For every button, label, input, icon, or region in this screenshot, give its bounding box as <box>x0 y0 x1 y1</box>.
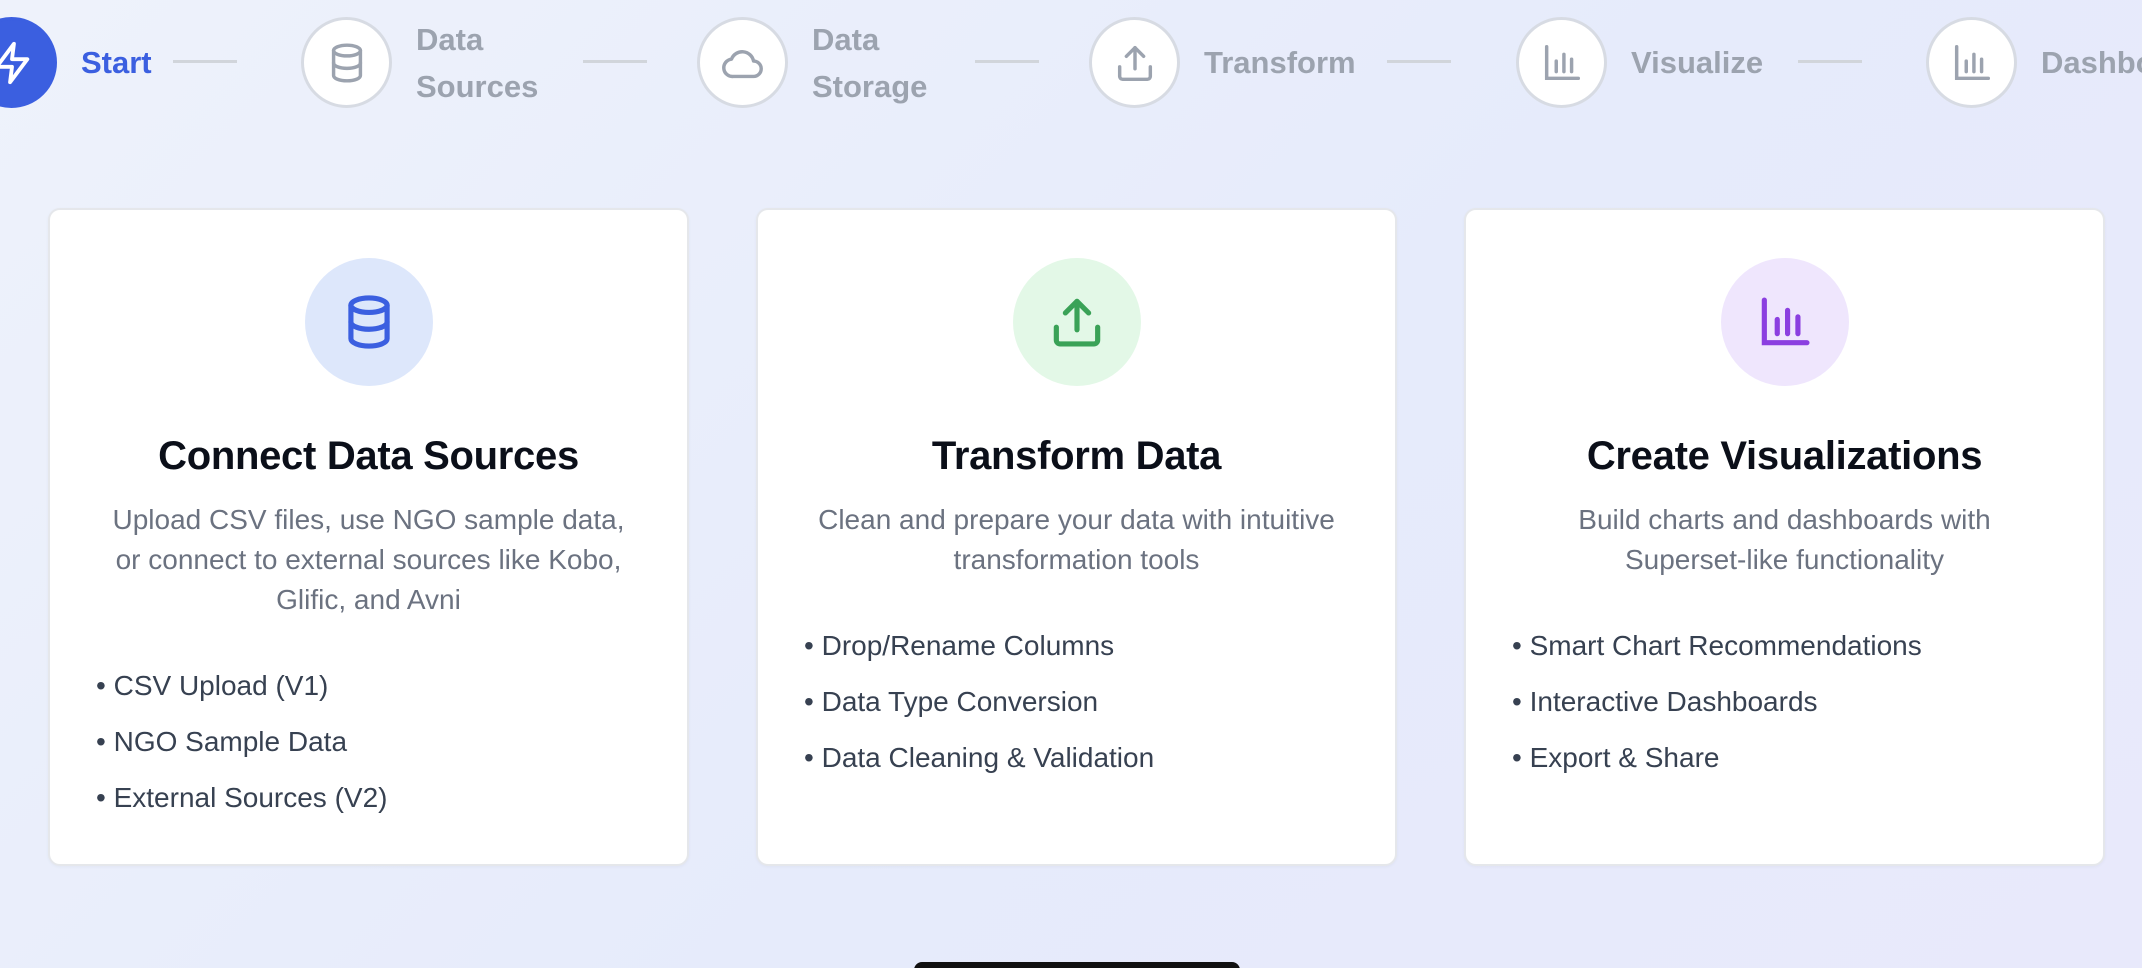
database-icon <box>304 258 433 386</box>
card-description: Upload CSV files, use NGO sample data, o… <box>112 504 625 615</box>
list-item: Interactive Dashboards <box>1512 674 2073 730</box>
list-item: NGO Sample Data <box>96 714 657 770</box>
feature-list: Smart Chart Recommendations Interactive … <box>1512 618 2073 786</box>
zap-icon <box>0 17 57 108</box>
list-item: Export & Share <box>1512 730 2073 786</box>
bar-chart-icon <box>1516 17 1607 108</box>
step-connector <box>975 60 1039 63</box>
step-transform[interactable]: Transform <box>1089 15 1356 110</box>
list-item: Data Cleaning & Validation <box>804 730 1365 786</box>
card-description: Build charts and dashboards with Superse… <box>1578 504 1991 575</box>
progress-stepper: Start Data Sources Data Storage Transfor… <box>0 0 2142 128</box>
step-start[interactable]: Start <box>0 15 152 110</box>
list-item: CSV Upload (V1) <box>96 658 657 714</box>
step-label: Data Sources <box>416 21 539 104</box>
step-label: Dashbo <box>2041 45 2142 80</box>
step-label: Visualize <box>1631 45 1764 80</box>
step-visualize[interactable]: Visualize <box>1516 15 1763 110</box>
list-item: Drop/Rename Columns <box>804 618 1365 674</box>
feature-list: CSV Upload (V1) NGO Sample Data External… <box>96 658 657 826</box>
upload-icon <box>1089 17 1180 108</box>
step-label: Transform <box>1204 45 1356 80</box>
step-data-storage[interactable]: Data Storage <box>697 15 927 110</box>
feature-card-create-visualizations: Create Visualizations Build charts and d… <box>1464 208 2105 866</box>
get-started-button[interactable] <box>914 962 1240 968</box>
step-connector <box>1387 60 1451 63</box>
bar-chart-icon <box>1720 258 1849 386</box>
step-connector <box>583 60 647 63</box>
card-description: Clean and prepare your data with intuiti… <box>818 504 1335 575</box>
bar-chart-icon <box>1926 17 2017 108</box>
feature-list: Drop/Rename Columns Data Type Conversion… <box>804 618 1365 786</box>
list-item: External Sources (V2) <box>96 770 657 826</box>
step-label: Data Storage <box>812 21 928 104</box>
step-connector <box>173 60 237 63</box>
card-title: Connect Data Sources <box>158 434 579 478</box>
feature-card-connect-data: Connect Data Sources Upload CSV files, u… <box>48 208 689 866</box>
database-icon <box>301 17 392 108</box>
feature-card-transform-data: Transform Data Clean and prepare your da… <box>756 208 1397 866</box>
step-label: Start <box>81 45 152 80</box>
step-connector <box>1798 60 1862 63</box>
list-item: Data Type Conversion <box>804 674 1365 730</box>
page: Start Data Sources Data Storage Transfor… <box>0 0 2142 968</box>
cloud-icon <box>697 17 788 108</box>
card-title: Transform Data <box>931 434 1222 478</box>
list-item: Smart Chart Recommendations <box>1512 618 2073 674</box>
step-data-sources[interactable]: Data Sources <box>301 15 538 110</box>
card-title: Create Visualizations <box>1586 434 1983 478</box>
upload-icon <box>1012 258 1141 386</box>
step-dashboard[interactable]: Dashbo <box>1926 15 2142 110</box>
